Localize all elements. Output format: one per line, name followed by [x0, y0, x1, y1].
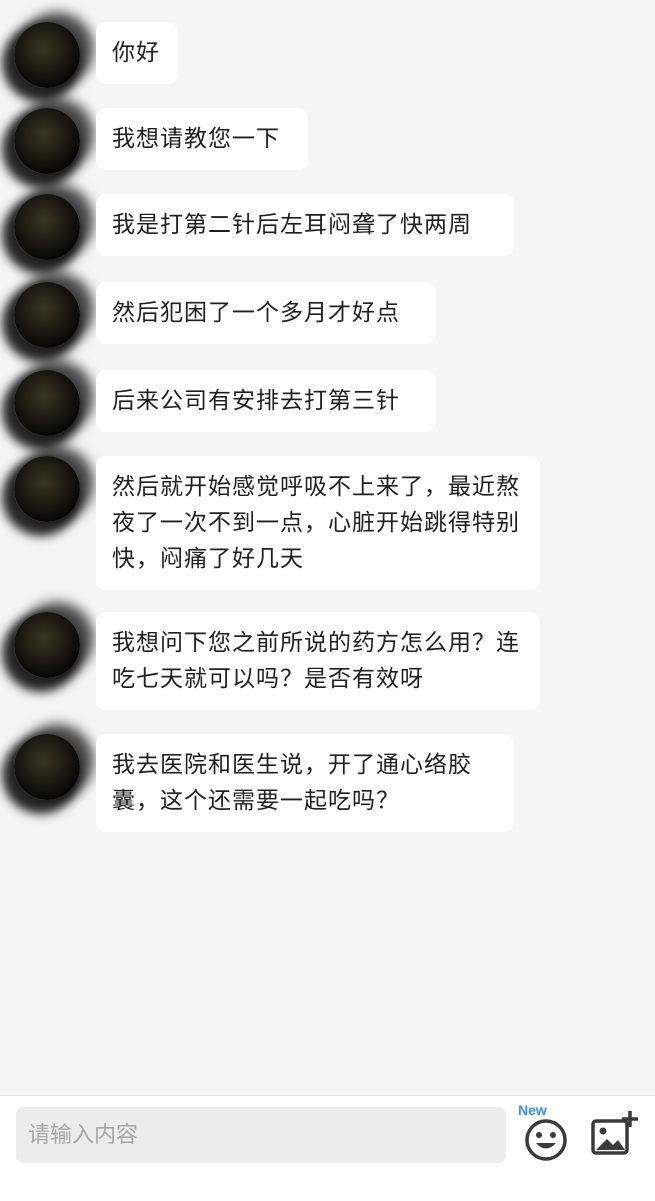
message-bubble: 我想问下您之前所说的药方怎么用？连吃七天就可以吗？是否有效呀: [96, 612, 540, 710]
emoji-button[interactable]: New: [518, 1102, 576, 1166]
message-bubble: 我是打第二针后左耳闷聋了快两周: [96, 194, 514, 256]
new-badge: New: [518, 1102, 547, 1118]
sender-avatar[interactable]: [14, 194, 80, 260]
message-input-bar: New: [0, 1095, 655, 1201]
sender-avatar[interactable]: [14, 370, 80, 436]
sender-avatar[interactable]: [14, 612, 80, 678]
message-input[interactable]: [16, 1107, 506, 1163]
sender-avatar[interactable]: [14, 456, 80, 522]
add-image-icon: [591, 1111, 638, 1155]
sender-avatar[interactable]: [14, 282, 80, 348]
message-bubble: 你好: [96, 22, 178, 84]
chat-message-list[interactable]: 你好 我想请教您一下 我是打第二针后左耳闷聋了快两周 然后犯困了一个多月才好点 …: [0, 0, 655, 1095]
sender-avatar[interactable]: [14, 22, 80, 88]
message-bubble: 然后就开始感觉呼吸不上来了，最近熬夜了一次不到一点，心脏开始跳得特别快，闷痛了好…: [96, 456, 540, 590]
add-image-button[interactable]: [588, 1108, 640, 1160]
smiley-face-icon: [525, 1119, 567, 1161]
message-bubble: 我去医院和医生说，开了通心络胶囊，这个还需要一起吃吗？: [96, 734, 514, 832]
sender-avatar[interactable]: [14, 734, 80, 800]
sender-avatar[interactable]: [14, 108, 80, 174]
message-bubble: 然后犯困了一个多月才好点: [96, 282, 436, 344]
message-bubble: 后来公司有安排去打第三针: [96, 370, 436, 432]
message-bubble: 我想请教您一下: [96, 108, 308, 170]
